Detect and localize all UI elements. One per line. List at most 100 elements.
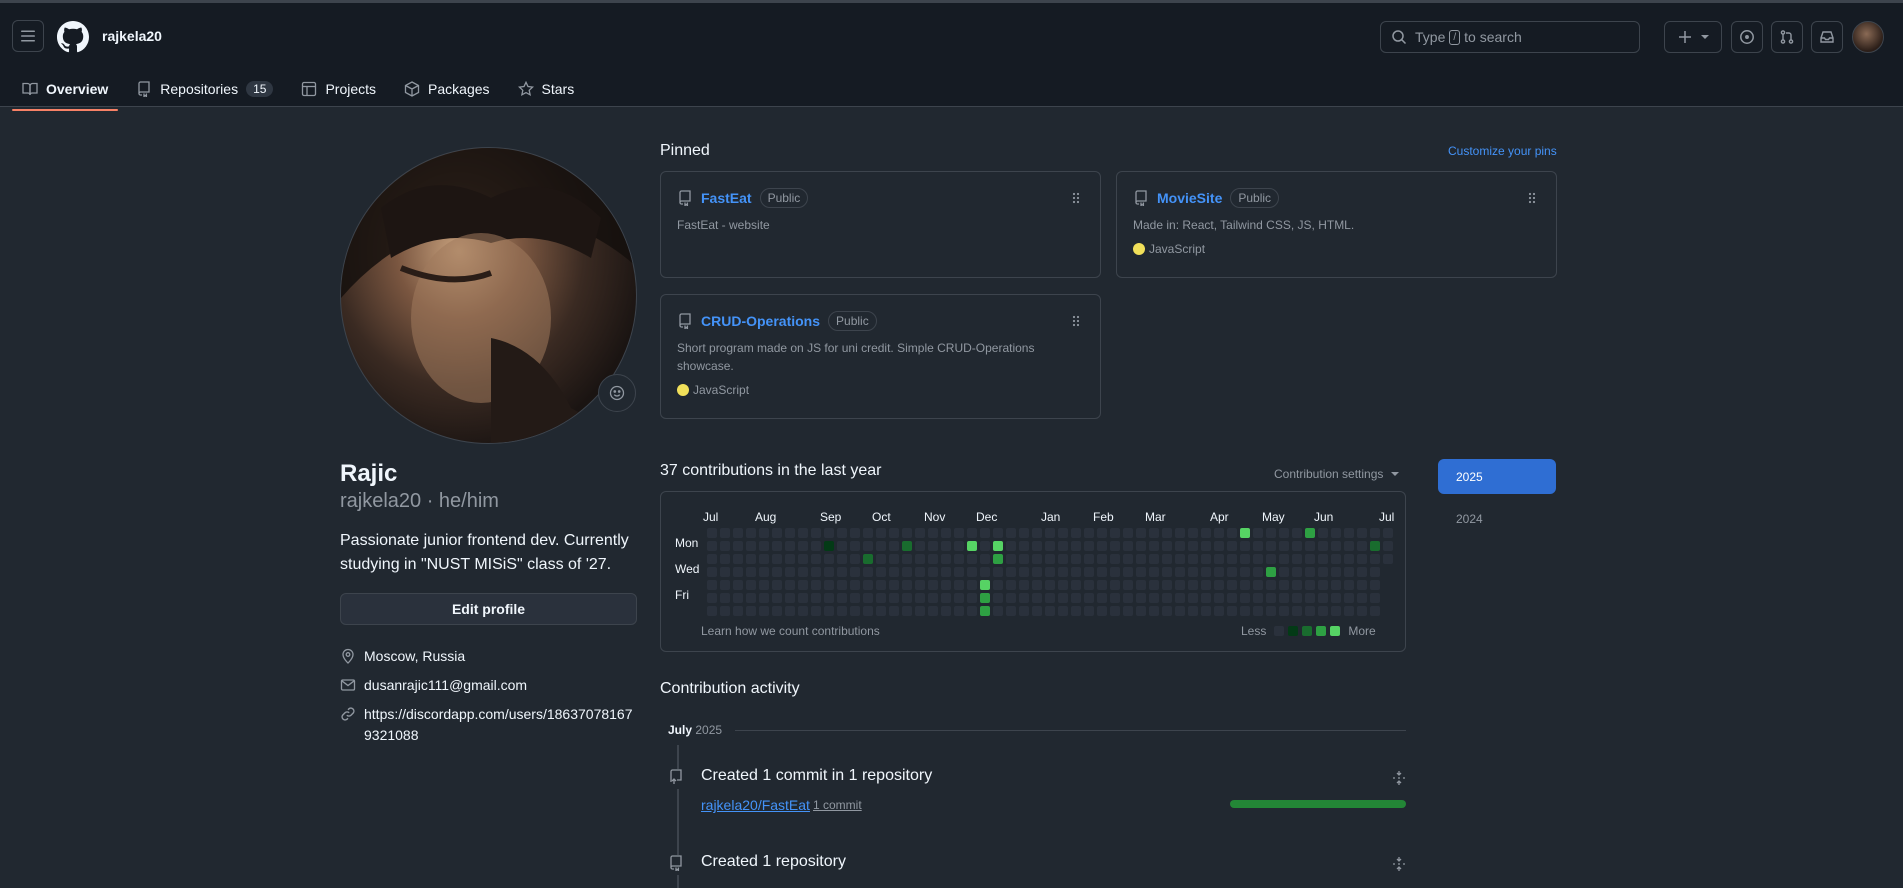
- contribution-day-cell[interactable]: [915, 541, 925, 551]
- tab-projects[interactable]: Projects: [291, 67, 386, 110]
- contribution-day-cell[interactable]: [1279, 606, 1289, 616]
- contribution-day-cell[interactable]: [954, 528, 964, 538]
- contribution-day-cell[interactable]: [1279, 593, 1289, 603]
- contribution-day-cell[interactable]: [785, 541, 795, 551]
- contribution-day-cell[interactable]: [707, 593, 717, 603]
- contribution-day-cell[interactable]: [850, 528, 860, 538]
- contribution-day-cell[interactable]: [759, 567, 769, 577]
- contribution-day-cell[interactable]: [785, 606, 795, 616]
- contribution-day-cell[interactable]: [1110, 554, 1120, 564]
- contribution-day-cell[interactable]: [1149, 541, 1159, 551]
- contribution-day-cell[interactable]: [1370, 528, 1380, 538]
- contribution-day-cell[interactable]: [1240, 567, 1250, 577]
- contribution-day-cell[interactable]: [1292, 580, 1302, 590]
- contribution-day-cell[interactable]: [915, 554, 925, 564]
- contribution-day-cell[interactable]: [824, 554, 834, 564]
- learn-contributions-link[interactable]: Learn how we count contributions: [701, 624, 880, 638]
- contribution-day-cell[interactable]: [759, 528, 769, 538]
- contribution-day-cell[interactable]: [889, 554, 899, 564]
- contribution-day-cell[interactable]: [798, 593, 808, 603]
- contribution-day-cell[interactable]: [1318, 593, 1328, 603]
- contribution-day-cell[interactable]: [785, 567, 795, 577]
- contribution-day-cell[interactable]: [811, 567, 821, 577]
- contribution-day-cell[interactable]: [993, 580, 1003, 590]
- contribution-day-cell[interactable]: [772, 541, 782, 551]
- contribution-day-cell[interactable]: [798, 580, 808, 590]
- contribution-day-cell[interactable]: [720, 606, 730, 616]
- contribution-day-cell[interactable]: [1318, 528, 1328, 538]
- contribution-day-cell[interactable]: [1071, 606, 1081, 616]
- contribution-day-cell[interactable]: [1097, 554, 1107, 564]
- contribution-day-cell[interactable]: [876, 567, 886, 577]
- github-logo-icon[interactable]: [57, 21, 89, 53]
- contribution-day-cell[interactable]: [1331, 606, 1341, 616]
- contribution-day-cell[interactable]: [1279, 567, 1289, 577]
- contribution-day-cell[interactable]: [1006, 593, 1016, 603]
- contribution-day-cell[interactable]: [1084, 593, 1094, 603]
- contribution-day-cell[interactable]: [902, 554, 912, 564]
- contribution-day-cell[interactable]: [720, 528, 730, 538]
- contribution-day-cell[interactable]: [1123, 528, 1133, 538]
- contribution-day-cell[interactable]: [889, 541, 899, 551]
- contribution-day-cell[interactable]: [746, 580, 756, 590]
- contribution-day-cell[interactable]: [980, 567, 990, 577]
- contribution-day-cell[interactable]: [1149, 554, 1159, 564]
- pinned-repo-link[interactable]: CRUD-Operations: [701, 313, 820, 329]
- contribution-day-cell[interactable]: [707, 528, 717, 538]
- contribution-day-cell[interactable]: [1006, 567, 1016, 577]
- contribution-day-cell[interactable]: [759, 580, 769, 590]
- tab-repositories[interactable]: Repositories 15: [126, 67, 283, 110]
- contribution-settings-dropdown[interactable]: Contribution settings: [1274, 467, 1399, 481]
- contribution-day-cell[interactable]: [1240, 580, 1250, 590]
- contribution-day-cell[interactable]: [1084, 554, 1094, 564]
- contribution-day-cell[interactable]: [733, 554, 743, 564]
- contribution-day-cell[interactable]: [785, 580, 795, 590]
- contribution-day-cell[interactable]: [876, 528, 886, 538]
- contribution-day-cell[interactable]: [928, 593, 938, 603]
- contribution-day-cell[interactable]: [759, 606, 769, 616]
- contribution-day-cell[interactable]: [1019, 593, 1029, 603]
- contribution-day-cell[interactable]: [1058, 593, 1068, 603]
- contribution-day-cell[interactable]: [1032, 567, 1042, 577]
- contribution-day-cell[interactable]: [759, 593, 769, 603]
- contribution-day-cell[interactable]: [824, 593, 834, 603]
- contribution-day-cell[interactable]: [746, 567, 756, 577]
- contribution-day-cell[interactable]: [1188, 528, 1198, 538]
- contribution-day-cell[interactable]: [1370, 541, 1380, 551]
- contribution-day-cell[interactable]: [798, 528, 808, 538]
- contribution-day-cell[interactable]: [1227, 554, 1237, 564]
- contribution-day-cell[interactable]: [1149, 593, 1159, 603]
- contribution-day-cell[interactable]: [1071, 567, 1081, 577]
- contribution-day-cell[interactable]: [1344, 541, 1354, 551]
- contribution-day-cell[interactable]: [993, 606, 1003, 616]
- contribution-day-cell[interactable]: [850, 541, 860, 551]
- contribution-day-cell[interactable]: [1045, 541, 1055, 551]
- contribution-day-cell[interactable]: [1357, 554, 1367, 564]
- contribution-day-cell[interactable]: [746, 593, 756, 603]
- contribution-day-cell[interactable]: [837, 593, 847, 603]
- contribution-day-cell[interactable]: [889, 580, 899, 590]
- contribution-day-cell[interactable]: [1188, 593, 1198, 603]
- contribution-day-cell[interactable]: [1201, 528, 1211, 538]
- contribution-day-cell[interactable]: [1162, 593, 1172, 603]
- inbox-button[interactable]: [1811, 21, 1843, 53]
- contribution-day-cell[interactable]: [1266, 541, 1276, 551]
- contribution-day-cell[interactable]: [1227, 593, 1237, 603]
- contribution-day-cell[interactable]: [993, 567, 1003, 577]
- contribution-day-cell[interactable]: [902, 593, 912, 603]
- contribution-day-cell[interactable]: [837, 580, 847, 590]
- contribution-day-cell[interactable]: [1266, 528, 1276, 538]
- contribution-day-cell[interactable]: [1149, 567, 1159, 577]
- website-link[interactable]: https://discordapp.com/users/18637078167…: [364, 704, 634, 746]
- contribution-day-cell[interactable]: [1227, 541, 1237, 551]
- contribution-day-cell[interactable]: [1266, 580, 1276, 590]
- contribution-day-cell[interactable]: [1383, 541, 1393, 551]
- contribution-day-cell[interactable]: [1188, 580, 1198, 590]
- contribution-day-cell[interactable]: [1292, 554, 1302, 564]
- contribution-day-cell[interactable]: [1162, 580, 1172, 590]
- contribution-day-cell[interactable]: [1331, 528, 1341, 538]
- contribution-day-cell[interactable]: [1344, 580, 1354, 590]
- contribution-day-cell[interactable]: [1201, 567, 1211, 577]
- contribution-day-cell[interactable]: [1357, 541, 1367, 551]
- contribution-day-cell[interactable]: [980, 593, 990, 603]
